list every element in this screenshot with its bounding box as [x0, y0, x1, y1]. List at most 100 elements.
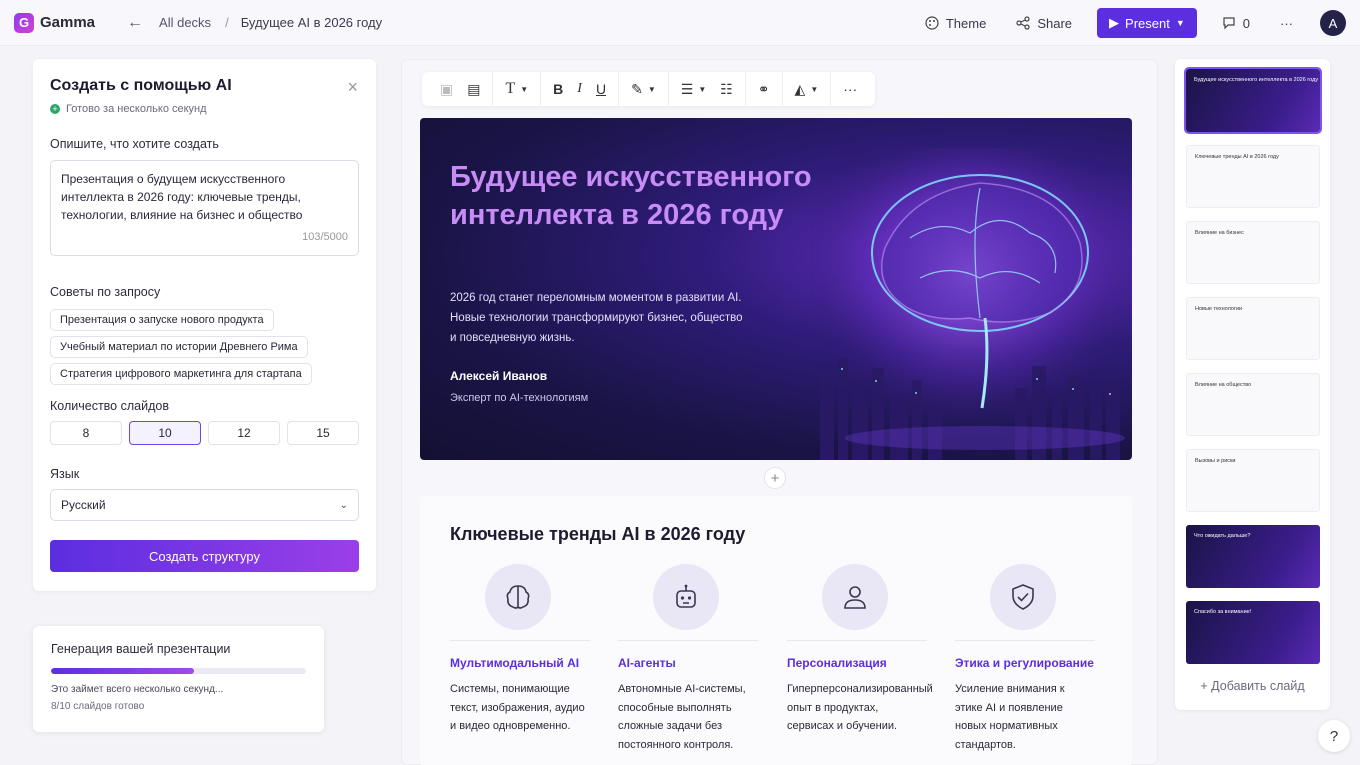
slide-thumbnail-title: Будущее искусственного интеллекта в 2026…: [1194, 77, 1319, 83]
slide-thumbnail[interactable]: Вызовы и риски: [1186, 449, 1320, 512]
text-block-icon[interactable]: ▤: [467, 81, 480, 98]
trend-name[interactable]: Этика и регулирование: [955, 656, 1095, 670]
bullet-list-icon[interactable]: ☰ ▼: [681, 81, 706, 98]
link-icon[interactable]: ⚭: [758, 81, 770, 98]
language-select[interactable]: Русский ⌄: [50, 489, 359, 521]
close-icon[interactable]: ×: [347, 77, 358, 98]
slide-author-role[interactable]: Эксперт по AI-технологиям: [450, 392, 588, 404]
numbered-list-icon[interactable]: ☷: [720, 81, 733, 98]
italic-icon[interactable]: I: [577, 81, 582, 97]
trend-description[interactable]: Автономные AI-системы, способные выполня…: [618, 680, 758, 754]
title-slide[interactable]: Будущее искусственного интеллекта в 2026…: [420, 118, 1132, 460]
add-slide-label: Добавить слайд: [1211, 679, 1305, 693]
trend-description[interactable]: Гиперперсонализированный опыт в продукта…: [787, 680, 933, 736]
app-name: Gamma: [40, 14, 96, 31]
theme-label: Theme: [945, 15, 987, 31]
prompt-textarea[interactable]: Презентация о будущем искусственного инт…: [50, 160, 359, 256]
slide-title[interactable]: Будущее искусственного интеллекта в 2026…: [450, 158, 820, 234]
toolbar-group-link: ⚭: [746, 72, 783, 106]
slide-count-option[interactable]: 12: [208, 421, 280, 445]
slide-count-option-selected[interactable]: 10: [129, 421, 201, 445]
toolbar-group-highlight: ✎ ▼: [619, 72, 669, 106]
share-icon: [1016, 16, 1030, 30]
tip-chip[interactable]: Учебный материал по истории Древнего Рим…: [50, 336, 308, 358]
trends-title[interactable]: Ключевые тренды AI в 2026 году: [450, 524, 745, 545]
more-icon: ···: [1280, 15, 1293, 31]
share-button[interactable]: Share: [1001, 16, 1087, 31]
slide-thumbnail[interactable]: Спасибо за внимание!: [1186, 601, 1320, 664]
add-slide-button[interactable]: + Добавить слайд: [1175, 679, 1330, 693]
panel-subtitle-text: Готово за несколько секунд: [66, 103, 207, 115]
breadcrumb-separator: /: [225, 15, 229, 30]
slide-thumbnail-title: Влияние на общество: [1195, 382, 1252, 388]
language-label: Язык: [50, 467, 80, 481]
bold-icon[interactable]: B: [553, 81, 563, 97]
breadcrumb-all-decks[interactable]: All decks: [159, 15, 211, 30]
comments-button[interactable]: 0: [1207, 16, 1265, 31]
slide-thumbnail-title: Ключевые тренды AI в 2026 году: [1195, 154, 1279, 160]
slide-thumbnail[interactable]: Что ожидать дальше?: [1186, 525, 1320, 588]
slide-author[interactable]: Алексей Иванов: [450, 369, 547, 383]
trends-slide[interactable]: Ключевые тренды AI в 2026 году Мультимод…: [420, 496, 1132, 765]
plus-icon: +: [1200, 679, 1212, 693]
user-icon: [822, 564, 888, 630]
plus-circle-icon: +: [50, 104, 60, 114]
tip-chip[interactable]: Презентация о запуске нового продукта: [50, 309, 274, 331]
avatar[interactable]: A: [1320, 10, 1346, 36]
arrow-left-icon[interactable]: ←: [127, 14, 143, 32]
breadcrumb-current[interactable]: Будущее AI в 2026 году: [241, 15, 382, 30]
slide-editor: ▣ ▤ T ▼ B I U ✎ ▼ ☰ ▼ ☷ ⚭ ◭ ▼ ··· Будуще…: [401, 59, 1158, 765]
generation-progress-fill: [51, 668, 194, 674]
highlighter-icon[interactable]: ✎ ▼: [631, 81, 656, 98]
present-label: Present: [1125, 15, 1170, 31]
slide-thumbnail[interactable]: Влияние на бизнес: [1186, 221, 1320, 284]
slide-thumbnail[interactable]: Ключевые тренды AI в 2026 году: [1186, 145, 1320, 208]
robot-icon: [653, 564, 719, 630]
slide-thumbnail[interactable]: Влияние на общество: [1186, 373, 1320, 436]
trend-item: Этика и регулирование Усиление внимания …: [955, 564, 1095, 754]
underline-icon[interactable]: U: [596, 81, 606, 97]
fill-color-icon[interactable]: ◭ ▼: [795, 81, 819, 98]
more-button[interactable]: ···: [1265, 16, 1308, 31]
slide-thumbnail-title: Влияние на бизнес: [1195, 230, 1244, 236]
help-button[interactable]: ?: [1318, 720, 1350, 752]
create-structure-button[interactable]: Создать структуру: [50, 540, 359, 572]
add-card-button[interactable]: +: [764, 467, 786, 489]
text-style-icon[interactable]: T ▼: [505, 80, 528, 98]
topbar-actions: Theme Share ▶ Present ▼ 0 ··· A: [910, 0, 1346, 46]
slide-thumbnail[interactable]: Новые технологии: [1186, 297, 1320, 360]
trend-name[interactable]: Персонализация: [787, 656, 927, 670]
theme-button[interactable]: Theme: [910, 16, 1001, 31]
trend-name[interactable]: AI-агенты: [618, 656, 758, 670]
trend-description[interactable]: Усиление внимания к этике AI и появление…: [955, 680, 1095, 754]
slide-thumbnail-title: Новые технологии: [1195, 306, 1243, 312]
slide-count-option[interactable]: 15: [287, 421, 359, 445]
generation-progress-bar: [51, 668, 306, 674]
trend-name[interactable]: Мультимодальный AI: [450, 656, 590, 670]
top-bar: G Gamma ← All decks / Будущее AI в 2026 …: [0, 0, 1360, 46]
trend-item: Персонализация Гиперперсонализированный …: [787, 564, 933, 736]
chevron-down-icon: ⌄: [339, 499, 348, 511]
card-layout-icon[interactable]: ▣: [440, 81, 453, 98]
slides-panel: Будущее искусственного интеллекта в 2026…: [1175, 59, 1330, 710]
share-label: Share: [1037, 15, 1073, 31]
trend-description[interactable]: Системы, понимающие текст, изображения, …: [450, 680, 590, 736]
app-logo[interactable]: G Gamma: [14, 12, 96, 33]
tip-chip[interactable]: Стратегия цифрового маркетинга для старт…: [50, 363, 312, 385]
slide-thumbnail[interactable]: Будущее искусственного интеллекта в 2026…: [1184, 67, 1322, 134]
more-options-icon[interactable]: ···: [843, 81, 857, 97]
generation-text: Это займет всего несколько секунд...: [51, 684, 224, 695]
prompt-label: Опишите, что хотите создать: [50, 137, 219, 151]
toolbar-group-color: ◭ ▼: [783, 72, 832, 106]
shield-check-icon: [990, 564, 1056, 630]
slide-description[interactable]: 2026 год станет переломным моментом в ра…: [450, 288, 750, 348]
toolbar-group-lists: ☰ ▼ ☷: [669, 72, 746, 106]
slide-thumbnail-title: Что ожидать дальше?: [1194, 533, 1251, 539]
slide-count-option[interactable]: 8: [50, 421, 122, 445]
trend-divider: [450, 640, 590, 641]
tips-label: Советы по запросу: [50, 285, 161, 299]
panel-subtitle: + Готово за несколько секунд: [50, 103, 359, 115]
present-button[interactable]: ▶ Present ▼: [1097, 8, 1197, 38]
generation-title: Генерация вашей презентации: [51, 642, 231, 656]
brain-city-illustration: [810, 148, 1130, 460]
